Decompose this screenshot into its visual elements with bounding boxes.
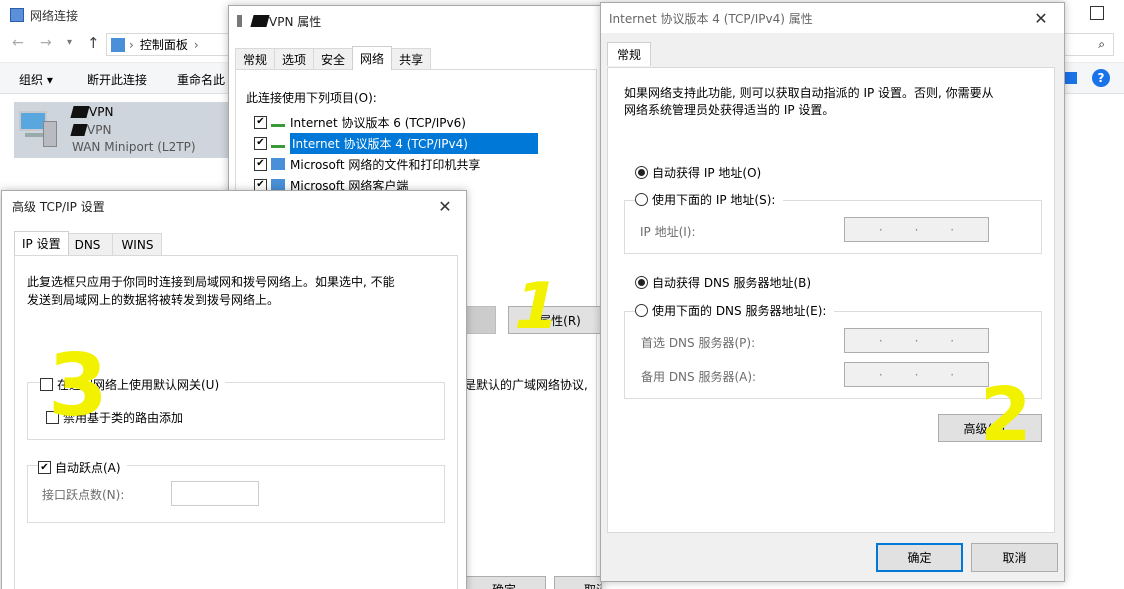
auto-ip-label: 自动获得 IP 地址(O) bbox=[652, 166, 762, 180]
gateway-description-line1: 此复选框只应用于你同时连接到局域网和拨号网络上。如果选中, 不能 bbox=[27, 275, 395, 289]
checkbox-checked[interactable]: ✔ bbox=[254, 115, 267, 129]
list-item-label: Microsoft 网络的文件和打印机共享 bbox=[290, 157, 481, 172]
toolbar-disconnect[interactable]: 断开此连接 bbox=[87, 71, 147, 88]
vpn-tabs: 常规 选项 安全 网络 共享 bbox=[235, 46, 432, 70]
ipv4-tabs: 常规 bbox=[607, 42, 652, 66]
file-sharing-icon bbox=[271, 158, 285, 170]
ok-button[interactable]: 确定 bbox=[462, 576, 546, 589]
address-separator: › bbox=[129, 37, 134, 52]
help-icon[interactable]: ? bbox=[1092, 69, 1110, 87]
checkbox-checked[interactable]: ✔ bbox=[254, 157, 267, 171]
checkbox-checked[interactable]: ✔ bbox=[38, 461, 51, 474]
toolbar-rename[interactable]: 重命名此 bbox=[177, 71, 225, 88]
vpn-connection-tile[interactable]: VPN VPN WAN Miniport (L2TP) bbox=[14, 102, 230, 158]
search-icon: ⌕ bbox=[1098, 37, 1105, 51]
alternate-dns-label: 备用 DNS 服务器(A): bbox=[641, 370, 757, 384]
radio-selected[interactable] bbox=[635, 166, 648, 179]
toolbar-organize[interactable]: 组织 ▾ bbox=[19, 71, 53, 88]
tab-dns[interactable]: DNS bbox=[67, 233, 114, 255]
advanced-tabs: IP 设置 DNS WINS bbox=[14, 231, 163, 255]
auto-metric-option[interactable]: ✔ 自动跃点(A) bbox=[38, 459, 127, 476]
network-protocol-icon bbox=[271, 138, 285, 148]
connection-name: VPN bbox=[70, 105, 113, 119]
connection-device: WAN Miniport (L2TP) bbox=[72, 140, 196, 154]
auto-dns-option[interactable]: 自动获得 DNS 服务器地址(B) bbox=[635, 274, 811, 291]
tab-security[interactable]: 安全 bbox=[313, 48, 354, 70]
network-connection-icon bbox=[19, 107, 59, 151]
gateway-description-line2: 发送到局域网上的数据将被转发到拨号网络上。 bbox=[27, 293, 280, 307]
recent-dropdown-icon[interactable]: ▾ bbox=[67, 37, 72, 48]
alternate-dns-input[interactable]: · · · bbox=[844, 362, 989, 387]
network-protocol-icon bbox=[271, 117, 285, 127]
ipv4-description-line1: 如果网络支持此功能, 则可以获取自动指派的 IP 设置。否则, 你需要从 bbox=[624, 86, 994, 100]
address-field[interactable]: › 控制面板 › bbox=[106, 33, 236, 56]
connection-status: VPN bbox=[70, 123, 111, 137]
phone-icon bbox=[237, 15, 242, 27]
tab-wins[interactable]: WINS bbox=[112, 233, 163, 255]
tab-options[interactable]: 选项 bbox=[274, 48, 315, 70]
ipv4-description-line2: 网络系统管理员处获得适当的 IP 设置。 bbox=[624, 103, 835, 117]
redacted-mark bbox=[70, 124, 88, 136]
auto-metric-label: 自动跃点(A) bbox=[55, 461, 121, 475]
preferred-dns-label: 首选 DNS 服务器(P): bbox=[641, 336, 756, 350]
ipv4-properties-dialog: Internet 协议版本 4 (TCP/IPv4) 属性 ✕ 常规 如果网络支… bbox=[600, 2, 1065, 582]
redacted-mark bbox=[70, 106, 90, 118]
list-item-selected[interactable]: ✔ Internet 协议版本 4 (TCP/IPv4) bbox=[254, 132, 601, 154]
view-toggle-icon[interactable] bbox=[1065, 72, 1077, 84]
forward-arrow-icon[interactable]: → bbox=[40, 35, 52, 51]
list-item-label: Internet 协议版本 4 (TCP/IPv4) bbox=[290, 132, 538, 154]
annotation-2: 2 bbox=[980, 372, 1032, 458]
auto-ip-option[interactable]: 自动获得 IP 地址(O) bbox=[635, 164, 761, 181]
manual-dns-label: 使用下面的 DNS 服务器地址(E): bbox=[652, 304, 827, 318]
control-panel-icon bbox=[111, 37, 125, 52]
tab-networking[interactable]: 网络 bbox=[352, 46, 393, 70]
description-fragment: 是默认的广域网络协议, bbox=[464, 378, 588, 392]
items-list-label: 此连接使用下列项目(O): bbox=[246, 91, 377, 105]
ipv4-general-panel: 如果网络支持此功能, 则可以获取自动指派的 IP 设置。否则, 你需要从 网络系… bbox=[607, 67, 1055, 533]
radio-unselected[interactable] bbox=[635, 193, 648, 206]
tab-ip-settings[interactable]: IP 设置 bbox=[14, 231, 69, 255]
interface-metric-input[interactable] bbox=[171, 481, 259, 506]
advanced-dialog-titlebar: 高级 TCP/IP 设置 bbox=[2, 191, 466, 221]
preferred-dns-input[interactable]: · · · bbox=[844, 328, 989, 353]
vpn-dialog-titlebar: VPN 属性 bbox=[229, 6, 601, 36]
manual-dns-option[interactable]: 使用下面的 DNS 服务器地址(E): bbox=[635, 302, 835, 319]
interface-metric-label: 接口跃点数(N): bbox=[42, 488, 125, 502]
components-list: ✔ Internet 协议版本 6 (TCP/IPv6) ✔ Internet … bbox=[246, 110, 601, 200]
close-icon[interactable]: ✕ bbox=[1020, 3, 1062, 33]
ok-button[interactable]: 确定 bbox=[876, 543, 963, 572]
cancel-button[interactable]: 取消 bbox=[971, 543, 1058, 572]
window-title: 网络连接 bbox=[30, 8, 79, 23]
search-field[interactable]: ⌕ bbox=[1064, 33, 1114, 56]
back-arrow-icon[interactable]: ← bbox=[12, 35, 24, 51]
checkbox-checked[interactable]: ✔ bbox=[254, 136, 267, 150]
vpn-dialog-title: VPN 属性 bbox=[269, 14, 322, 29]
manual-ip-label: 使用下面的 IP 地址(S): bbox=[652, 193, 776, 207]
ip-address-label: IP 地址(I): bbox=[640, 225, 696, 239]
radio-selected[interactable] bbox=[635, 276, 648, 289]
ip-address-input[interactable]: · · · bbox=[844, 217, 989, 242]
manual-ip-option[interactable]: 使用下面的 IP 地址(S): bbox=[635, 191, 784, 208]
list-item[interactable]: ✔ Internet 协议版本 6 (TCP/IPv6) bbox=[254, 112, 466, 132]
list-item-label: Internet 协议版本 6 (TCP/IPv6) bbox=[290, 115, 466, 130]
tab-general[interactable]: 常规 bbox=[235, 48, 276, 70]
tab-general[interactable]: 常规 bbox=[607, 42, 652, 66]
address-tail: › bbox=[193, 37, 199, 52]
radio-unselected[interactable] bbox=[635, 304, 648, 317]
maximize-icon[interactable] bbox=[1090, 6, 1104, 20]
up-arrow-icon[interactable]: ↑ bbox=[87, 34, 100, 52]
ipv4-dialog-titlebar: Internet 协议版本 4 (TCP/IPv4) 属性 bbox=[601, 3, 1064, 33]
tab-sharing[interactable]: 共享 bbox=[391, 48, 432, 70]
advanced-dialog-title: 高级 TCP/IP 设置 bbox=[12, 199, 105, 214]
cancel-button[interactable]: 取消 bbox=[554, 576, 601, 589]
ipv4-dialog-title: Internet 协议版本 4 (TCP/IPv4) 属性 bbox=[609, 11, 813, 26]
auto-dns-label: 自动获得 DNS 服务器地址(B) bbox=[652, 276, 812, 290]
close-icon[interactable]: ✕ bbox=[424, 191, 466, 221]
network-folder-icon bbox=[10, 8, 24, 22]
list-item[interactable]: ✔ Microsoft 网络的文件和打印机共享 bbox=[254, 154, 480, 174]
redacted-mark bbox=[250, 15, 270, 27]
address-text: 控制面板 bbox=[139, 38, 188, 52]
annotation-3: 3 bbox=[48, 336, 108, 436]
